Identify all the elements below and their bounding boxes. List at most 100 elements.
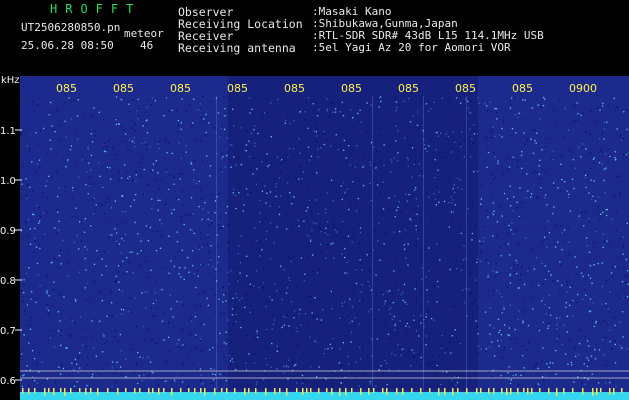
y-tick-label: 1.1 [0,126,16,137]
y-tick-label: 0.7 [0,326,16,337]
band-spike [79,388,81,393]
band-spike [265,388,267,396]
band-spike [286,388,288,396]
band-spike [386,388,388,395]
band-spike [117,388,119,395]
band-spike [125,388,127,393]
band-spike [204,388,206,396]
app-title: HROFFT [50,2,142,16]
band-spike [476,388,478,394]
band-spike [438,388,440,396]
band-spike [194,388,196,394]
x-tick-label: 085 [170,82,191,95]
x-tick-label: 085 [113,82,134,95]
y-tick-label: 1.0 [0,176,16,187]
band-spike [596,388,598,396]
band-spike [572,388,574,394]
band-spike [457,388,459,394]
band-spike [274,388,276,395]
header-panel: HROFFT UT2506280850.pn meteor 25.06.28 0… [0,0,629,76]
band-spike [310,388,312,393]
timestamp: 25.06.28 08:50 [21,39,114,52]
vertical-streak [423,96,424,390]
file-name: UT2506280850.pn [21,21,121,34]
bottom-band [20,392,629,400]
spectrogram-plot: kHz 1.1 1.0 0.9 0.8 0.7 0.6 085 085 085 085 085 085 0… [0,76,629,400]
y-tick-label: 0.6 [0,376,16,387]
band-spike [107,388,109,394]
band-spike [506,388,508,396]
band-spike [53,388,55,396]
band-spike [621,388,623,393]
band-spike [345,388,347,396]
y-tick-label: 0.8 [0,276,16,287]
band-spike [158,388,160,395]
dark-band [228,76,478,390]
band-spike [488,388,490,394]
band-spike [600,388,602,393]
band-spike [411,388,413,393]
vertical-streak [466,96,467,390]
band-spike [279,388,281,394]
band-spike [480,388,482,394]
band-spike [200,388,202,394]
band-spike [351,388,353,393]
band-spike [402,388,404,395]
band-spike [296,388,298,393]
band-spike [326,388,328,393]
band-spike [226,388,228,394]
band-spike [373,388,375,393]
meteor-count: 46 [140,39,154,52]
band-spike [90,388,92,394]
band-spike [368,388,370,395]
band-spike [85,388,87,395]
band-spike [539,388,541,393]
vertical-streak [216,96,217,390]
band-spike [134,388,136,394]
band-spike [517,388,519,395]
antenna-value: :5el Yagi Az 20 for Aomori VOR [312,41,511,54]
band-spike [582,388,584,395]
x-tick-label: 085 [284,82,305,95]
band-spike [139,388,141,393]
band-spike [396,388,398,395]
band-spike [501,388,503,394]
band-spike [163,388,165,393]
band-spike [531,388,533,395]
band-spike [34,388,36,393]
band-spike [613,388,615,395]
band-spike [548,388,550,395]
band-spike [248,388,250,394]
band-spike [44,388,46,396]
band-spike [318,388,320,394]
band-spike [244,388,246,396]
band-spike [466,388,468,394]
band-spike [592,388,594,396]
band-spike [221,388,223,393]
band-spike [444,388,446,396]
y-axis-title: kHz [1,76,20,86]
x-tick-label: 085 [341,82,362,95]
x-tick-label: 085 [512,82,533,95]
x-tick-label: 085 [398,82,419,95]
band-spike [152,388,154,394]
x-tick-label: 0900 [569,82,597,95]
band-spike [609,388,611,395]
x-tick-label: 085 [227,82,248,95]
band-spike [563,388,565,395]
band-spike [48,388,50,393]
band-spike [429,388,431,393]
band-spike [331,388,333,395]
band-spike [180,388,182,393]
band-spike [493,388,495,395]
antenna-label: Receiving antenna [178,41,296,55]
band-spike [452,388,454,396]
band-spike [339,388,341,396]
band-spike [60,388,62,393]
band-spike [188,388,190,393]
band-spike [360,388,362,395]
band-spike [302,388,304,395]
band-spike [306,388,308,394]
band-spike [420,388,422,394]
x-tick-label: 085 [455,82,476,95]
